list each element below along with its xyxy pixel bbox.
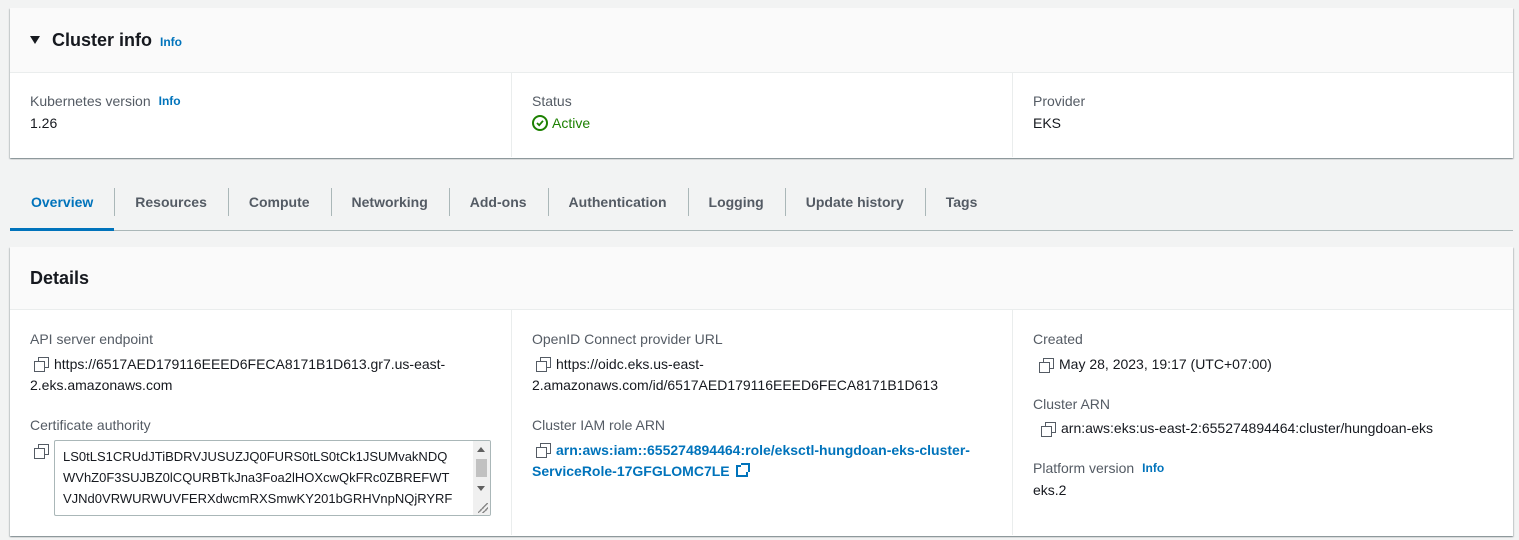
cert-authority-textarea[interactable]: LS0tLS1CRUdJTiBDRVJUSUZJQ0FURS0tLS0tCk1J… bbox=[54, 440, 491, 516]
tab-logging[interactable]: Logging bbox=[687, 174, 785, 230]
check-circle-icon bbox=[532, 115, 548, 131]
scroll-down-arrow-icon[interactable] bbox=[477, 486, 485, 491]
copy-icon[interactable] bbox=[34, 444, 49, 459]
cluster-arn-text: arn:aws:eks:us-east-2:655274894464:clust… bbox=[1061, 420, 1434, 436]
tab-add-ons[interactable]: Add-ons bbox=[448, 174, 548, 230]
iam-role-link-line1[interactable]: arn:aws:iam::655274894464:role/eksctl-hu… bbox=[556, 440, 970, 461]
tab-tags[interactable]: Tags bbox=[924, 174, 999, 230]
tab-networking[interactable]: Networking bbox=[330, 174, 449, 230]
scroll-thumb[interactable] bbox=[476, 459, 487, 477]
resize-grip-icon[interactable] bbox=[478, 503, 488, 513]
copy-icon[interactable] bbox=[1041, 421, 1056, 437]
cluster-info-columns: Kubernetes version Info 1.26 Status Acti… bbox=[10, 73, 1513, 157]
cluster-arn-label: Cluster ARN bbox=[1033, 396, 1111, 412]
kubernetes-version-label: Kubernetes version Info bbox=[30, 93, 511, 109]
iam-role-label: Cluster IAM role ARN bbox=[532, 417, 666, 433]
status-column: Status Active bbox=[511, 73, 1012, 157]
copy-icon[interactable] bbox=[34, 357, 49, 372]
status-label: Status bbox=[532, 93, 572, 109]
kubernetes-version-label-text: Kubernetes version bbox=[30, 93, 151, 109]
oidc-line2: 2.amazonaws.com/id/6517AED179116EEED6FEC… bbox=[532, 377, 938, 393]
caret-down-icon[interactable] bbox=[30, 36, 40, 44]
created-value: May 28, 2023, 19:17 (UTC+07:00) bbox=[1033, 354, 1513, 375]
oidc-label: OpenID Connect provider URL bbox=[532, 331, 723, 347]
platform-version-value: eks.2 bbox=[1033, 482, 1067, 498]
status-value: Active bbox=[532, 115, 1012, 131]
details-column-3: Created May 28, 2023, 19:17 (UTC+07:00) … bbox=[1012, 310, 1513, 535]
details-header: Details bbox=[10, 247, 1513, 310]
status-text: Active bbox=[552, 115, 591, 131]
tab-update-history[interactable]: Update history bbox=[784, 174, 925, 230]
provider-value: EKS bbox=[1033, 115, 1062, 131]
provider-label: Provider bbox=[1033, 93, 1086, 109]
iam-role-link-line2[interactable]: ServiceRole-17GFGLOMC7LE bbox=[532, 463, 730, 479]
cluster-tabs: Overview Resources Compute Networking Ad… bbox=[10, 174, 1513, 231]
copy-icon[interactable] bbox=[536, 357, 551, 372]
scroll-up-arrow-icon[interactable] bbox=[477, 447, 485, 452]
oidc-value: https://oidc.eks.us-east- bbox=[532, 354, 1012, 375]
kubernetes-version-column: Kubernetes version Info 1.26 bbox=[10, 73, 511, 157]
cluster-info-header: Cluster info Info bbox=[10, 8, 1513, 73]
copy-icon[interactable] bbox=[536, 443, 551, 458]
tab-overview[interactable]: Overview bbox=[10, 174, 115, 231]
api-endpoint-line2: 2.eks.amazonaws.com bbox=[30, 377, 173, 393]
tab-compute[interactable]: Compute bbox=[227, 174, 331, 230]
cluster-info-panel: Cluster info Info Kubernetes version Inf… bbox=[10, 8, 1513, 158]
cert-authority-text: LS0tLS1CRUdJTiBDRVJUSUZJQ0FURS0tLS0tCk1J… bbox=[63, 449, 453, 506]
cluster-arn-value: arn:aws:eks:us-east-2:655274894464:clust… bbox=[1033, 418, 1513, 439]
external-link-icon[interactable] bbox=[735, 463, 750, 477]
api-endpoint-line1: https://6517AED179116EEED6FECA8171B1D613… bbox=[54, 356, 446, 372]
kubernetes-version-value: 1.26 bbox=[30, 115, 58, 131]
api-endpoint-value: https://6517AED179116EEED6FECA8171B1D613… bbox=[30, 354, 511, 375]
tab-authentication[interactable]: Authentication bbox=[547, 174, 688, 230]
platform-version-label-text: Platform version bbox=[1033, 460, 1135, 476]
kubernetes-version-info-link[interactable]: Info bbox=[159, 94, 181, 108]
cluster-info-info-link[interactable]: Info bbox=[160, 35, 182, 49]
details-title: Details bbox=[30, 267, 90, 288]
api-endpoint-label: API server endpoint bbox=[30, 331, 153, 347]
tab-resources[interactable]: Resources bbox=[114, 174, 228, 230]
cert-authority-label: Certificate authority bbox=[30, 417, 151, 433]
platform-version-label: Platform version Info bbox=[1033, 460, 1513, 476]
oidc-line1: https://oidc.eks.us-east- bbox=[556, 356, 704, 372]
created-text: May 28, 2023, 19:17 (UTC+07:00) bbox=[1059, 356, 1272, 372]
platform-version-info-link[interactable]: Info bbox=[1142, 461, 1164, 475]
created-label: Created bbox=[1033, 331, 1083, 347]
provider-column: Provider EKS bbox=[1012, 73, 1513, 157]
details-column-2: OpenID Connect provider URL https://oidc… bbox=[511, 310, 1012, 535]
iam-role-line2-wrap: ServiceRole-17GFGLOMC7LE bbox=[532, 461, 1012, 482]
iam-role-value: arn:aws:iam::655274894464:role/eksctl-hu… bbox=[532, 440, 1012, 461]
cluster-info-title: Cluster info bbox=[52, 29, 153, 50]
copy-icon[interactable] bbox=[1039, 357, 1054, 373]
